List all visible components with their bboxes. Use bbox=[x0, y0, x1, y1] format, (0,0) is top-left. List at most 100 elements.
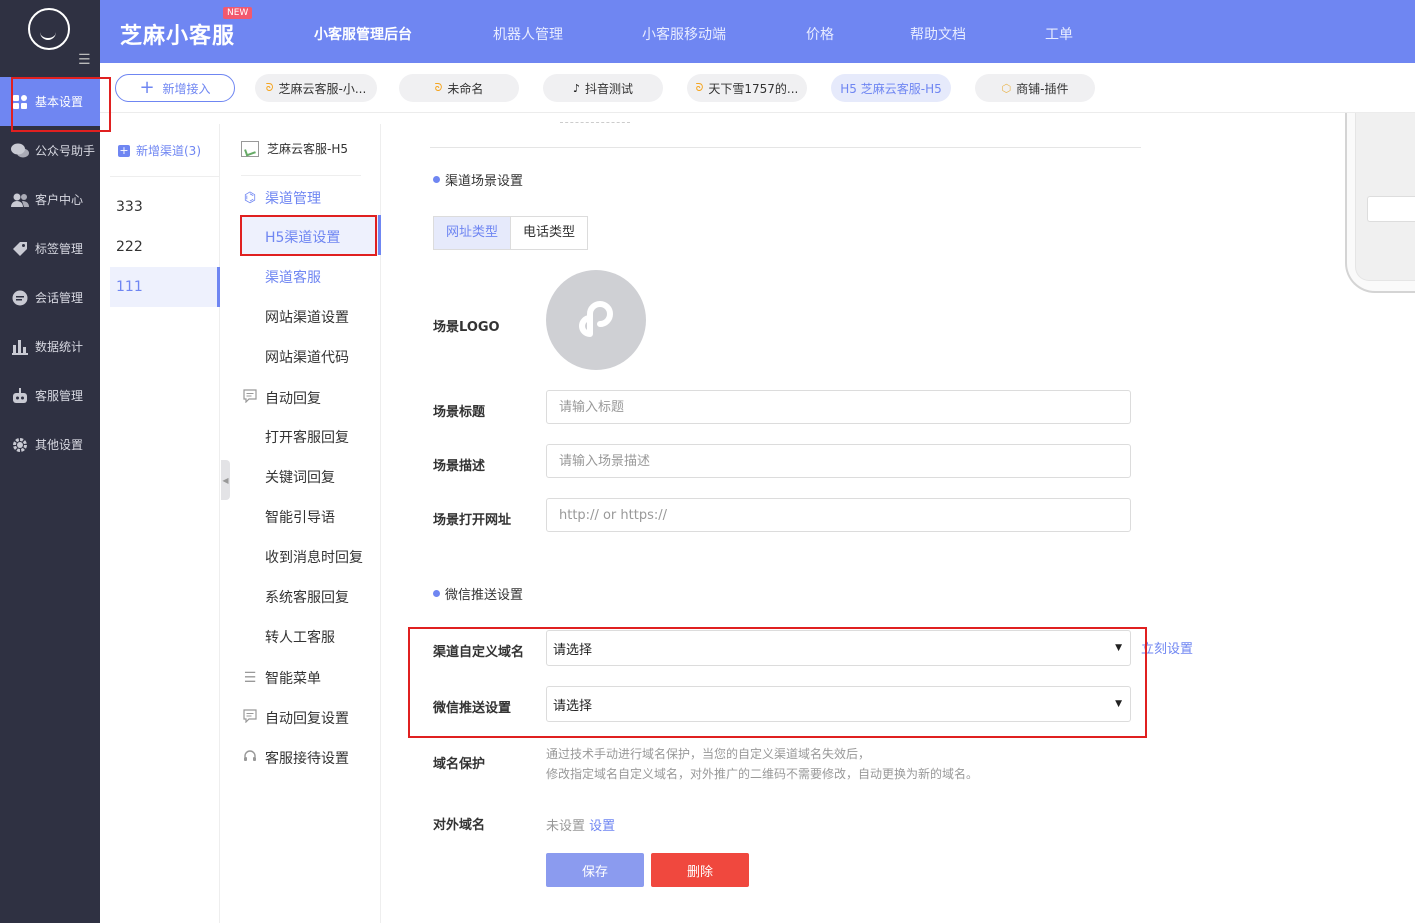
wechat-push-select[interactable]: 请选择 ▼ bbox=[546, 686, 1131, 722]
sidebar-item-customer-center[interactable]: 客户中心 bbox=[0, 175, 100, 224]
menu-collapse-icon[interactable]: ☰ bbox=[78, 52, 91, 68]
channel-tab[interactable]: ᘐ 天下雪1757的... bbox=[687, 74, 807, 102]
external-domain-set-link[interactable]: 设置 bbox=[589, 819, 615, 834]
channel-list-panel: + 新增渠道(3) 333 222 111 bbox=[110, 124, 220, 923]
menu-group-channel-management[interactable]: ⌬ 渠道管理 bbox=[241, 188, 321, 208]
channel-tab[interactable]: ♪ 抖音测试 bbox=[543, 74, 663, 102]
sidebar-item-statistics[interactable]: 数据统计 bbox=[0, 322, 100, 371]
channel-tab-label: 未命名 bbox=[447, 81, 484, 96]
mini-program-icon: ᘐ bbox=[434, 81, 443, 94]
type-option-phone[interactable]: 电话类型 bbox=[511, 217, 588, 249]
scene-logo-upload[interactable] bbox=[546, 270, 646, 370]
channel-tab[interactable]: ᘐ 芝麻云客服-小... bbox=[255, 74, 377, 102]
sidebar-item-other-settings[interactable]: 其他设置 bbox=[0, 420, 100, 469]
channel-tabs-bar: + 新增接入 ᘐ 芝麻云客服-小... ᘐ 未命名 ♪ 抖音测试 ᘐ 天下雪17… bbox=[100, 63, 1415, 113]
help-line: 通过技术手动进行域名保护，当您的自定义渠道域名失效后， bbox=[546, 747, 871, 761]
sidebar-item-label: 数据统计 bbox=[35, 340, 84, 354]
divider bbox=[241, 175, 361, 176]
sidebar-item-label: 其他设置 bbox=[35, 438, 84, 452]
scene-type-switch: 网址类型 电话类型 bbox=[433, 216, 589, 250]
menu-item-website-channel-code[interactable]: 网站渠道代码 bbox=[265, 347, 349, 367]
select-value: 请选择 bbox=[553, 642, 593, 658]
menu-group-auto-reply[interactable]: 自动回复 bbox=[241, 388, 321, 408]
divider bbox=[110, 176, 220, 177]
menu-group-label: 自动回复 bbox=[265, 391, 321, 407]
add-sub-channel-label: 新增渠道(3) bbox=[136, 144, 201, 158]
app-logo-icon bbox=[28, 8, 70, 50]
gear-icon bbox=[10, 435, 30, 455]
menu-item-transfer-human[interactable]: 转人工客服 bbox=[265, 627, 335, 647]
main-sidebar: ☰ 基本设置 公众号助手 客户中心 标签管理 会话管理 数据统计 客服管理 其他… bbox=[0, 0, 100, 923]
custom-domain-select[interactable]: 请选择 ▼ bbox=[546, 630, 1131, 666]
menu-item-message-reply[interactable]: 收到消息时回复 bbox=[265, 547, 363, 567]
save-button[interactable]: 保存 bbox=[546, 853, 644, 887]
menu-group-label: 自动回复设置 bbox=[265, 711, 349, 727]
brand-title: 芝麻小客服 bbox=[120, 24, 236, 49]
channel-tab[interactable]: ᘐ 未命名 bbox=[399, 74, 519, 102]
nav-pricing[interactable]: 价格 bbox=[806, 24, 834, 44]
field-label: 场景标题 bbox=[433, 405, 486, 420]
channel-list-item[interactable]: 222 bbox=[110, 227, 220, 267]
menu-group-auto-reply-settings[interactable]: 自动回复设置 bbox=[241, 708, 349, 728]
set-now-link[interactable]: 立刻设置 bbox=[1141, 638, 1193, 657]
delete-button[interactable]: 删除 bbox=[651, 853, 749, 887]
section-title-text: 微信推送设置 bbox=[445, 588, 524, 603]
broken-image-icon bbox=[241, 140, 259, 157]
section-dot-icon bbox=[433, 590, 440, 597]
select-value: 请选择 bbox=[553, 698, 593, 714]
add-sub-channel-button[interactable]: + 新增渠道(3) bbox=[118, 142, 201, 159]
sidebar-item-session-management[interactable]: 会话管理 bbox=[0, 273, 100, 322]
section-title: 微信推送设置 bbox=[433, 584, 523, 603]
type-option-url[interactable]: 网址类型 bbox=[434, 217, 512, 249]
nav-admin-console[interactable]: 小客服管理后台 bbox=[314, 24, 412, 44]
field-label: 微信推送设置 bbox=[433, 701, 512, 716]
menu-item-open-reply[interactable]: 打开客服回复 bbox=[265, 427, 349, 447]
channel-tab[interactable]: ⬡ 商铺-插件 bbox=[975, 74, 1095, 102]
add-channel-button[interactable]: + 新增接入 bbox=[115, 74, 235, 102]
grid-icon bbox=[10, 92, 30, 112]
menu-group-smart-menu[interactable]: ☰ 智能菜单 bbox=[241, 668, 321, 688]
menu-item-website-channel-settings[interactable]: 网站渠道设置 bbox=[265, 307, 349, 327]
field-label: 对外域名 bbox=[433, 818, 486, 833]
divider bbox=[430, 147, 1141, 148]
add-channel-label: 新增接入 bbox=[162, 81, 211, 96]
sidebar-item-tag-management[interactable]: 标签管理 bbox=[0, 224, 100, 273]
menu-item-channel-agents[interactable]: 渠道客服 bbox=[265, 267, 321, 287]
channel-header: 芝麻云客服-H5 bbox=[241, 140, 348, 157]
scene-url-input[interactable] bbox=[546, 498, 1131, 532]
sidebar-item-label: 基本设置 bbox=[35, 95, 84, 109]
nav-robot-management[interactable]: 机器人管理 bbox=[493, 24, 563, 44]
menu-item-system-reply[interactable]: 系统客服回复 bbox=[265, 587, 349, 607]
menu-group-label: 客服接待设置 bbox=[265, 751, 349, 767]
sidebar-item-label: 客户中心 bbox=[35, 193, 84, 207]
users-icon bbox=[10, 190, 30, 210]
scrolled-content-fragment bbox=[560, 115, 630, 123]
menu-item-smart-guide[interactable]: 智能引导语 bbox=[265, 507, 335, 527]
plus-icon: + bbox=[139, 77, 155, 98]
sidebar-item-wechat-assistant[interactable]: 公众号助手 bbox=[0, 126, 100, 175]
nav-help-docs[interactable]: 帮助文档 bbox=[910, 24, 966, 44]
field-label: 渠道自定义域名 bbox=[433, 645, 525, 660]
tiktok-icon: ♪ bbox=[572, 81, 580, 95]
panel-collapse-handle[interactable]: ◀ bbox=[221, 460, 230, 500]
sidebar-item-agent-management[interactable]: 客服管理 bbox=[0, 371, 100, 420]
wechat-icon bbox=[10, 141, 30, 161]
sidebar-item-basic-settings[interactable]: 基本设置 bbox=[0, 77, 100, 126]
menu-item-h5-channel-settings[interactable]: H5渠道设置 bbox=[265, 227, 340, 247]
scene-title-input[interactable] bbox=[546, 390, 1131, 424]
nav-tickets[interactable]: 工单 bbox=[1045, 24, 1073, 44]
cube-icon: ⬡ bbox=[1001, 81, 1012, 95]
menu-group-reception-settings[interactable]: 客服接待设置 bbox=[241, 748, 349, 768]
top-navigation-bar: 芝麻小客服 NEW 小客服管理后台 机器人管理 小客服移动端 价格 帮助文档 工… bbox=[100, 0, 1415, 63]
channel-tab-label: 商铺-插件 bbox=[1016, 81, 1069, 96]
channel-tab-selected[interactable]: H5 芝麻云客服-H5 bbox=[831, 74, 951, 102]
menu-item-keyword-reply[interactable]: 关键词回复 bbox=[265, 467, 335, 487]
channel-list-item-selected[interactable]: 111 bbox=[110, 267, 220, 307]
sidebar-item-label: 客服管理 bbox=[35, 389, 84, 403]
channel-cluster-icon: ⌬ bbox=[243, 190, 257, 206]
scene-description-input[interactable] bbox=[546, 444, 1131, 478]
nav-mobile[interactable]: 小客服移动端 bbox=[642, 24, 726, 44]
channel-list-item[interactable]: 333 bbox=[110, 187, 220, 227]
sidebar-item-label: 公众号助手 bbox=[35, 144, 96, 158]
help-line: 修改指定域名自定义域名，对外推广的二维码不需要修改，自动更换为新的域名。 bbox=[546, 767, 979, 781]
